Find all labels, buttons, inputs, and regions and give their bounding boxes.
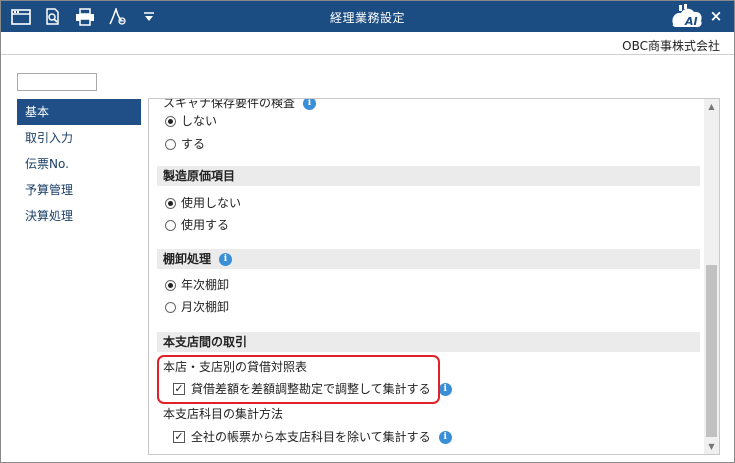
radio-option[interactable]: 年次棚卸 bbox=[165, 276, 229, 294]
section-header-inventory-label: 棚卸処理 bbox=[163, 252, 212, 266]
radio-empty-icon[interactable] bbox=[165, 301, 176, 313]
radio-option[interactable]: 月次棚卸 bbox=[165, 298, 229, 316]
option-label: 全社の帳票から本支店科目を除いて集計する bbox=[191, 430, 431, 444]
scanner-section-label: スキャナ保存要件の検査 bbox=[163, 98, 296, 110]
checkbox-checked-icon[interactable]: ✓ bbox=[173, 431, 185, 443]
scroll-up-icon[interactable]: ▲ bbox=[704, 99, 719, 114]
header-divider bbox=[1, 54, 734, 55]
scroll-down-icon[interactable]: ▼ bbox=[704, 439, 719, 454]
option-label: 使用する bbox=[181, 218, 230, 232]
section-header-branch: 本支店間の取引 bbox=[157, 332, 700, 352]
aggregation-subhead: 本支店科目の集計方法 bbox=[163, 407, 284, 421]
search-input[interactable] bbox=[17, 73, 97, 91]
radio-option[interactable]: 使用する bbox=[165, 216, 229, 234]
option-label: する bbox=[181, 137, 206, 151]
option-label: 月次棚卸 bbox=[181, 300, 230, 314]
window-title: 経理業務設定 bbox=[329, 11, 405, 25]
sidebar-nav: 基本 取引入力 伝票No. 予算管理 決算処理 bbox=[17, 99, 141, 229]
scanner-section-title: スキャナ保存要件の検査 i bbox=[163, 98, 317, 112]
radio-option[interactable]: する bbox=[165, 135, 205, 153]
info-icon[interactable]: i bbox=[438, 430, 452, 444]
title-bar: 経理業務設定 AI × bbox=[1, 1, 734, 32]
info-icon[interactable]: i bbox=[219, 252, 233, 266]
product-logo: AI bbox=[669, 4, 705, 30]
settings-window: 経理業務設定 AI × OBC商事株式会社 基本 取引入力 伝票No. 予算管理… bbox=[0, 0, 735, 463]
close-icon[interactable]: × bbox=[707, 7, 725, 25]
radio-selected-icon[interactable] bbox=[165, 197, 176, 209]
sidebar-item-voucher-no[interactable]: 伝票No. bbox=[17, 151, 141, 177]
radio-empty-icon[interactable] bbox=[165, 219, 176, 231]
sidebar-item-transaction-entry[interactable]: 取引入力 bbox=[17, 125, 141, 151]
info-icon[interactable]: i bbox=[438, 382, 452, 396]
radio-option[interactable]: しない bbox=[165, 112, 217, 130]
radio-selected-icon[interactable] bbox=[165, 115, 176, 127]
section-header-inventory: 棚卸処理 i bbox=[157, 249, 700, 269]
vertical-scrollbar[interactable]: ▲ ▼ bbox=[704, 99, 719, 454]
option-label: 使用しない bbox=[181, 196, 242, 210]
info-icon[interactable]: i bbox=[303, 99, 317, 110]
sidebar-item-budget[interactable]: 予算管理 bbox=[17, 177, 141, 203]
sidebar-item-closing[interactable]: 決算処理 bbox=[17, 203, 141, 229]
logo-text: AI bbox=[684, 15, 698, 28]
sidebar-item-basic[interactable]: 基本 bbox=[17, 99, 141, 125]
section-header-manufacturing: 製造原価項目 bbox=[157, 166, 700, 186]
highlight-annotation bbox=[157, 355, 440, 404]
option-label: しない bbox=[181, 114, 218, 128]
radio-selected-icon[interactable] bbox=[165, 279, 176, 291]
company-name: OBC商事株式会社 bbox=[622, 39, 720, 53]
radio-empty-icon[interactable] bbox=[165, 138, 176, 150]
option-label: 年次棚卸 bbox=[181, 278, 230, 292]
checkbox-option[interactable]: ✓ 全社の帳票から本支店科目を除いて集計する i bbox=[173, 428, 452, 446]
radio-option[interactable]: 使用しない bbox=[165, 194, 241, 212]
scroll-thumb[interactable] bbox=[706, 265, 717, 437]
